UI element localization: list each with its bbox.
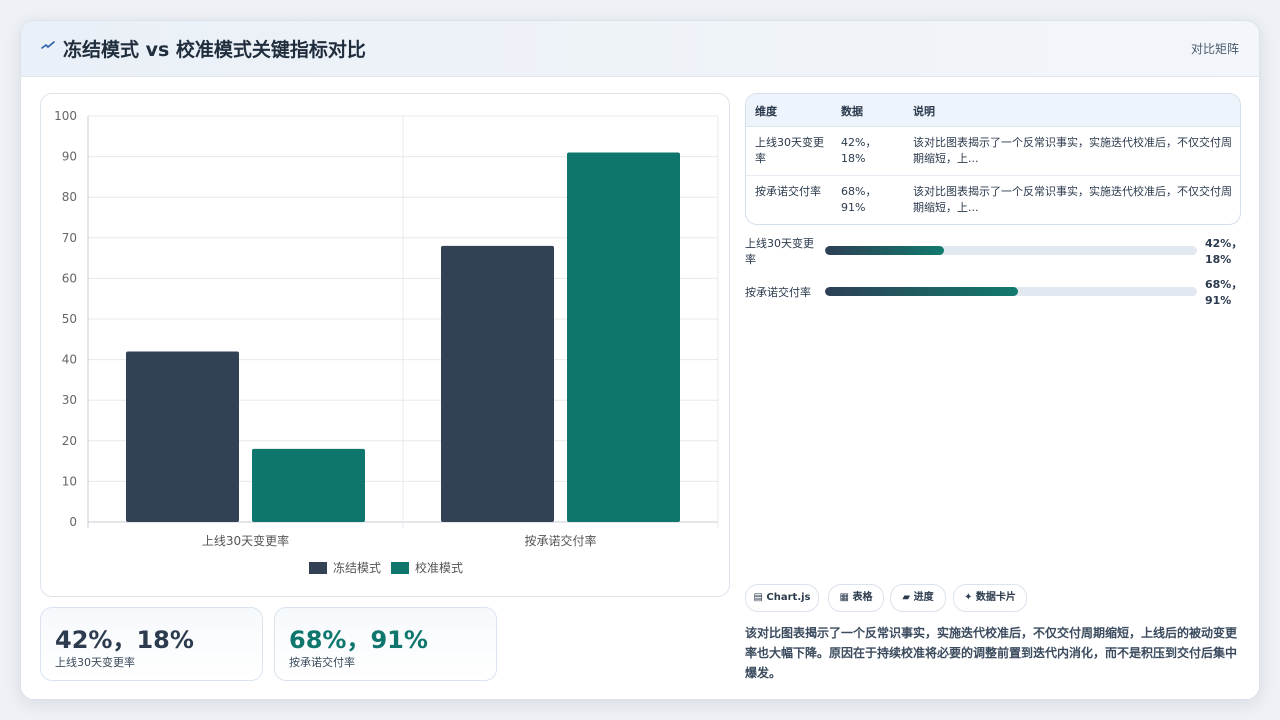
table-row: 按承诺交付率 68%，91% 该对比图表揭示了一个反常识事实，实施迭代校准后，不… bbox=[746, 176, 1240, 224]
cell-dimension: 上线30天变更率 bbox=[755, 136, 824, 165]
table-header-row: 维度 数据 说明 bbox=[746, 94, 1240, 127]
kpi-card-change-rate: 42%，18% 上线30天变更率 bbox=[40, 607, 263, 681]
progress-row-delivery-rate: 按承诺交付率 68%，91% bbox=[745, 277, 1243, 311]
progress-track bbox=[825, 287, 1197, 296]
progress-row-change-rate: 上线30天变更率 42%，18% bbox=[745, 236, 1243, 270]
chip-data-card[interactable]: ✦ 数据卡片 bbox=[953, 584, 1027, 612]
y-tick-label: 70 bbox=[62, 231, 77, 245]
bar bbox=[252, 448, 365, 522]
table-row: 上线30天变更率 42%，18% 该对比图表揭示了一个反常识事实，实施迭代校准后… bbox=[746, 127, 1240, 176]
legend-label: 校准模式 bbox=[415, 560, 463, 575]
cell-dimension: 按承诺交付率 bbox=[755, 185, 821, 198]
bar bbox=[567, 152, 680, 522]
y-tick-label: 100 bbox=[54, 109, 77, 123]
kpi-card-delivery-rate: 68%，91% 按承诺交付率 bbox=[274, 607, 497, 681]
progress-value: 68%，91% bbox=[1205, 278, 1243, 307]
y-tick-label: 60 bbox=[62, 271, 77, 285]
matrix-label: 对比矩阵 bbox=[1190, 42, 1239, 56]
dashboard-card: 冻结模式 vs 校准模式关键指标对比 对比矩阵 0 10 20 30 40 50 60 70 8… bbox=[20, 20, 1260, 700]
x-category-label: 上线30天变更率 bbox=[202, 533, 289, 548]
cell-data: 68%，91% bbox=[841, 185, 877, 214]
legend-swatch bbox=[309, 562, 327, 574]
kpi-value: 68%，91% bbox=[289, 626, 428, 654]
bar-chart: 0 10 20 30 40 50 60 70 80 90 100 上线30天变更率 按承诺交付率冻结模式… bbox=[54, 109, 719, 575]
legend-label: 冻结模式 bbox=[333, 560, 381, 575]
header-dimension: 维度 bbox=[755, 105, 777, 118]
header-data: 数据 bbox=[841, 105, 863, 118]
progress-fill bbox=[825, 287, 1019, 296]
cell-data: 42%，18% bbox=[841, 136, 877, 165]
pulse-icon bbox=[41, 41, 55, 49]
kpi-label: 上线30天变更率 bbox=[55, 656, 135, 669]
bar-chart-panel: 0 10 20 30 40 50 60 70 80 90 100 上线30天变更率 按承诺交付率冻结模式… bbox=[40, 93, 730, 597]
y-tick-label: 80 bbox=[62, 190, 77, 204]
y-tick-label: 10 bbox=[62, 474, 77, 488]
metrics-table: 维度 数据 说明 上线30天变更率 42%，18% 该对比图表揭示了一个反常识事… bbox=[745, 93, 1241, 225]
legend-swatch bbox=[391, 562, 409, 574]
header-note: 说明 bbox=[913, 105, 935, 118]
y-tick-label: 20 bbox=[62, 434, 77, 448]
chip-table[interactable]: ▦ 表格 bbox=[828, 584, 884, 612]
page-title: 冻结模式 vs 校准模式关键指标对比 bbox=[63, 39, 366, 61]
y-tick-label: 40 bbox=[62, 353, 77, 367]
progress-label: 上线30天变更率 bbox=[745, 237, 814, 266]
progress-label: 按承诺交付率 bbox=[745, 286, 811, 299]
bar bbox=[441, 245, 554, 523]
progress-value: 42%，18% bbox=[1205, 237, 1243, 266]
y-tick-label: 30 bbox=[62, 393, 77, 407]
cell-note: 该对比图表揭示了一个反常识事实，实施迭代校准后，不仅交付周期缩短，上... bbox=[913, 185, 1232, 214]
y-tick-label: 50 bbox=[62, 312, 77, 326]
y-tick-label: 90 bbox=[62, 150, 77, 164]
kpi-value: 42%，18% bbox=[55, 626, 194, 654]
header-bar: 冻结模式 vs 校准模式关键指标对比 对比矩阵 bbox=[21, 21, 1259, 77]
kpi-label: 按承诺交付率 bbox=[289, 656, 355, 669]
x-category-label: 按承诺交付率 bbox=[524, 533, 596, 548]
chip-chartjs[interactable]: ▤ Chart.js bbox=[745, 584, 819, 612]
chart-description: 该对比图表揭示了一个反常识事实，实施迭代校准后，不仅交付周期缩短，上线后的被动变… bbox=[745, 626, 1238, 680]
progress-fill bbox=[825, 246, 945, 255]
bar bbox=[126, 351, 239, 522]
cell-note: 该对比图表揭示了一个反常识事实，实施迭代校准后，不仅交付周期缩短，上... bbox=[913, 136, 1232, 165]
y-tick-label: 0 bbox=[69, 515, 77, 529]
progress-track bbox=[825, 246, 1197, 255]
chip-progress[interactable]: ▰ 进度 bbox=[890, 584, 946, 612]
